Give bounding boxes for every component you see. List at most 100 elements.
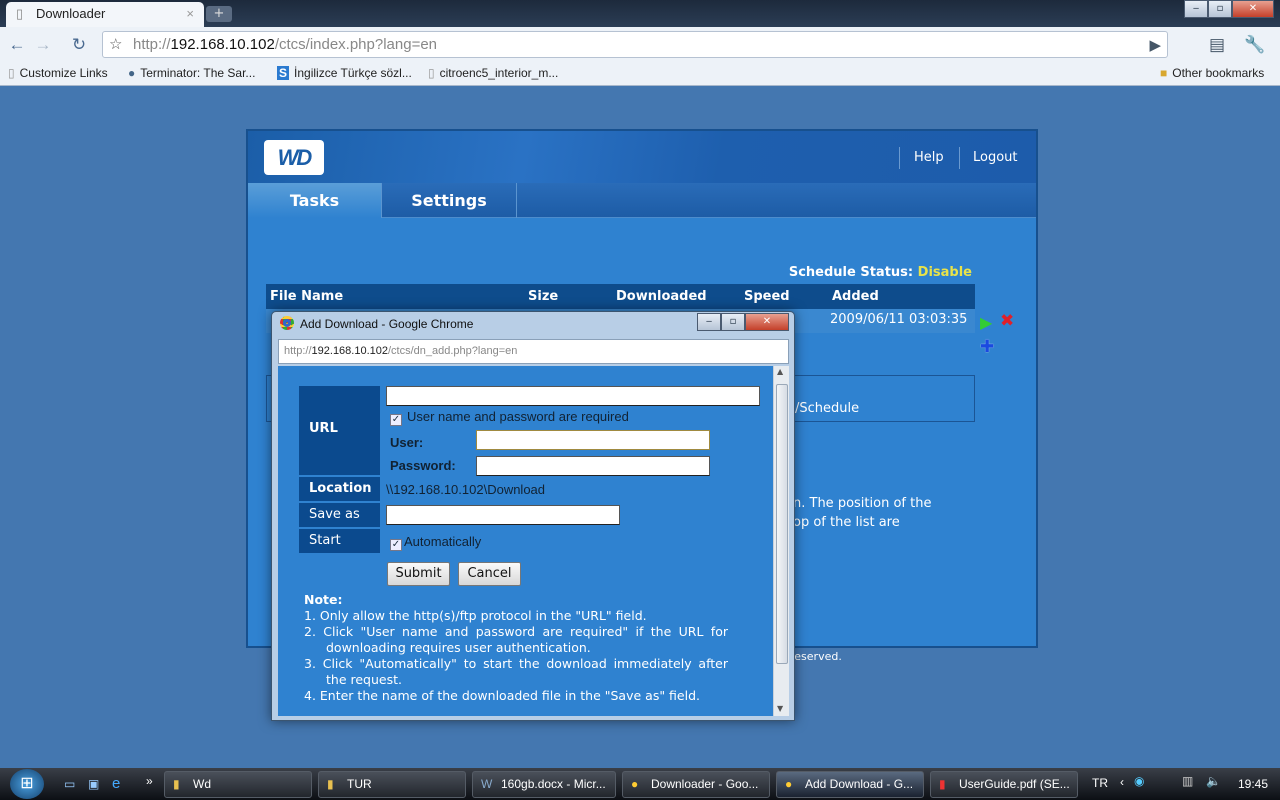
tray-app-icon[interactable]: ◉ [1134,774,1144,788]
maximize-button[interactable]: ▫ [721,313,745,331]
dialog-content: URL ✓ User name and password are required… [278,366,789,716]
network-icon[interactable]: ▥ [1182,774,1193,788]
page-icon: ▯ [16,6,24,21]
bookmark-item[interactable]: ● Terminator: The Sar... [128,66,255,80]
added-cell: 2009/06/11 03:03:35 [830,312,968,327]
forward-icon[interactable]: → [30,32,56,57]
windows-taskbar: ⊞ ▭ ▣ e » ▮ Wd ▮ TUR W 160gb.docx - Micr...… [0,768,1280,800]
volume-icon[interactable]: 🔈 [1206,774,1221,788]
url-input[interactable] [386,386,760,406]
column-header: File Name [270,289,344,304]
wd-tabs: Tasks Settings [248,183,1036,218]
s-icon: S [277,66,290,80]
location-value: \\192.168.10.102\Download [386,482,546,497]
tray-chevron-icon[interactable]: ‹ [1120,775,1124,789]
note-item: 1. Only allow the http(s)/ftp protocol i… [304,608,647,623]
schedule-value: Disable [917,265,972,280]
chrome-icon: ● [631,777,639,791]
window-title: Add Download - Google Chrome [300,317,474,331]
url-label: URL [299,386,380,475]
back-icon[interactable]: ← [4,32,30,57]
url-host: 192.168.10.102 [170,36,275,53]
bookmark-item[interactable]: S İngilizce Türkçe sözl... [277,66,412,80]
wd-logo: WD [264,140,324,175]
go-icon[interactable]: ▶ [1149,36,1161,54]
user-input[interactable] [476,430,710,450]
submit-button[interactable]: Submit [387,562,450,586]
chrome-icon [280,316,294,330]
auth-checkbox[interactable]: ✓ [390,414,402,426]
close-window-button[interactable]: ✕ [1232,0,1274,18]
show-desktop-icon[interactable]: ▭ [64,777,75,791]
wrench-icon[interactable]: 🔧 [1242,32,1268,57]
add-download-window: Add Download - Google Chrome ‒ ▫ ✕ http:… [271,311,795,721]
browser-tab-strip: ▯ Downloader × + ‒ ▫ ✕ [0,0,1280,27]
user-label: User: [390,435,424,450]
scroll-up-icon[interactable]: ▲ [777,367,783,376]
delete-icon[interactable]: ✖ [1000,311,1014,331]
folder-icon: ▮ [327,777,334,791]
maximize-button[interactable]: ▫ [1208,0,1232,18]
browser-toolbar: ← → ↻ ☆ http://192.168.10.102/ctcs/index… [0,27,1280,62]
start-checkbox-label: Automatically [404,534,482,549]
close-tab-icon[interactable]: × [186,6,194,21]
help-link[interactable]: Help [914,150,944,165]
taskbar-item[interactable]: ● Add Download - G... [776,771,924,798]
vertical-scrollbar[interactable]: ▲ ▼ [773,366,789,716]
pdf-icon: ▮ [939,777,946,791]
schedule-status: Schedule Status: Disable [788,265,972,280]
star-icon[interactable]: ☆ [109,35,122,53]
page-icon: ▯ [8,66,15,80]
password-label: Password: [390,458,456,473]
page-menu-icon[interactable]: ▤ [1204,32,1230,57]
auth-checkbox-row[interactable]: ✓ User name and password are required [390,409,629,426]
page-icon: ▯ [428,66,435,80]
close-window-button[interactable]: ✕ [745,313,789,331]
column-header: Downloaded [616,289,707,304]
divider [899,147,900,169]
info-text: e/Schedule [787,401,860,416]
tab-settings[interactable]: Settings [382,183,517,218]
add-icon[interactable]: ✚ [980,337,994,357]
start-checkbox-row[interactable]: ✓ Automatically [390,534,481,551]
switch-windows-icon[interactable]: ▣ [88,777,99,791]
address-bar[interactable]: ☆ http://192.168.10.102/ctcs/index.php?l… [102,31,1168,58]
help-text: n. The position of the [793,496,932,511]
reload-icon[interactable]: ↻ [66,32,92,57]
language-indicator[interactable]: TR [1092,776,1108,790]
scrollbar-thumb[interactable] [776,384,788,664]
overflow-chevron-icon[interactable]: » [146,774,153,788]
task-label: TUR [347,777,372,791]
play-icon[interactable]: ▶ [980,313,992,332]
taskbar-item[interactable]: ▮ TUR [318,771,466,798]
password-input[interactable] [476,456,710,476]
tab-tasks[interactable]: Tasks [248,183,382,218]
notes: Note: 1. Only allow the http(s)/ftp prot… [304,592,728,704]
url-host: 192.168.10.102 [311,345,388,357]
clock[interactable]: 19:45 [1238,777,1268,791]
popup-address-bar[interactable]: http://192.168.10.102/ctcs/dn_add.php?la… [278,339,789,364]
taskbar-item[interactable]: ▮ UserGuide.pdf (SE... [930,771,1078,798]
logout-link[interactable]: Logout [973,150,1018,165]
minimize-button[interactable]: ‒ [697,313,721,331]
save-as-input[interactable] [386,505,620,525]
cancel-button[interactable]: Cancel [458,562,521,586]
minimize-button[interactable]: ‒ [1184,0,1208,18]
location-label: Location [299,477,380,501]
task-label: Add Download - G... [805,777,914,791]
folder-icon: ■ [1160,66,1168,80]
ie-icon[interactable]: e [112,775,120,792]
bookmark-item[interactable]: ▯ Customize Links [8,66,108,80]
bookmark-item[interactable]: ▯ citroenc5_interior_m... [428,66,558,80]
start-checkbox[interactable]: ✓ [390,539,402,551]
new-tab-button[interactable]: + [206,6,232,22]
taskbar-item[interactable]: W 160gb.docx - Micr... [472,771,616,798]
bookmark-label: İngilizce Türkçe sözl... [294,66,412,80]
other-bookmarks[interactable]: ■ Other bookmarks [1160,66,1264,80]
task-label: Wd [193,777,211,791]
start-button[interactable]: ⊞ [10,769,44,799]
browser-tab[interactable]: ▯ Downloader × [6,2,204,27]
taskbar-item[interactable]: ▮ Wd [164,771,312,798]
taskbar-item[interactable]: ● Downloader - Goo... [622,771,770,798]
scroll-down-icon[interactable]: ▼ [777,704,783,713]
